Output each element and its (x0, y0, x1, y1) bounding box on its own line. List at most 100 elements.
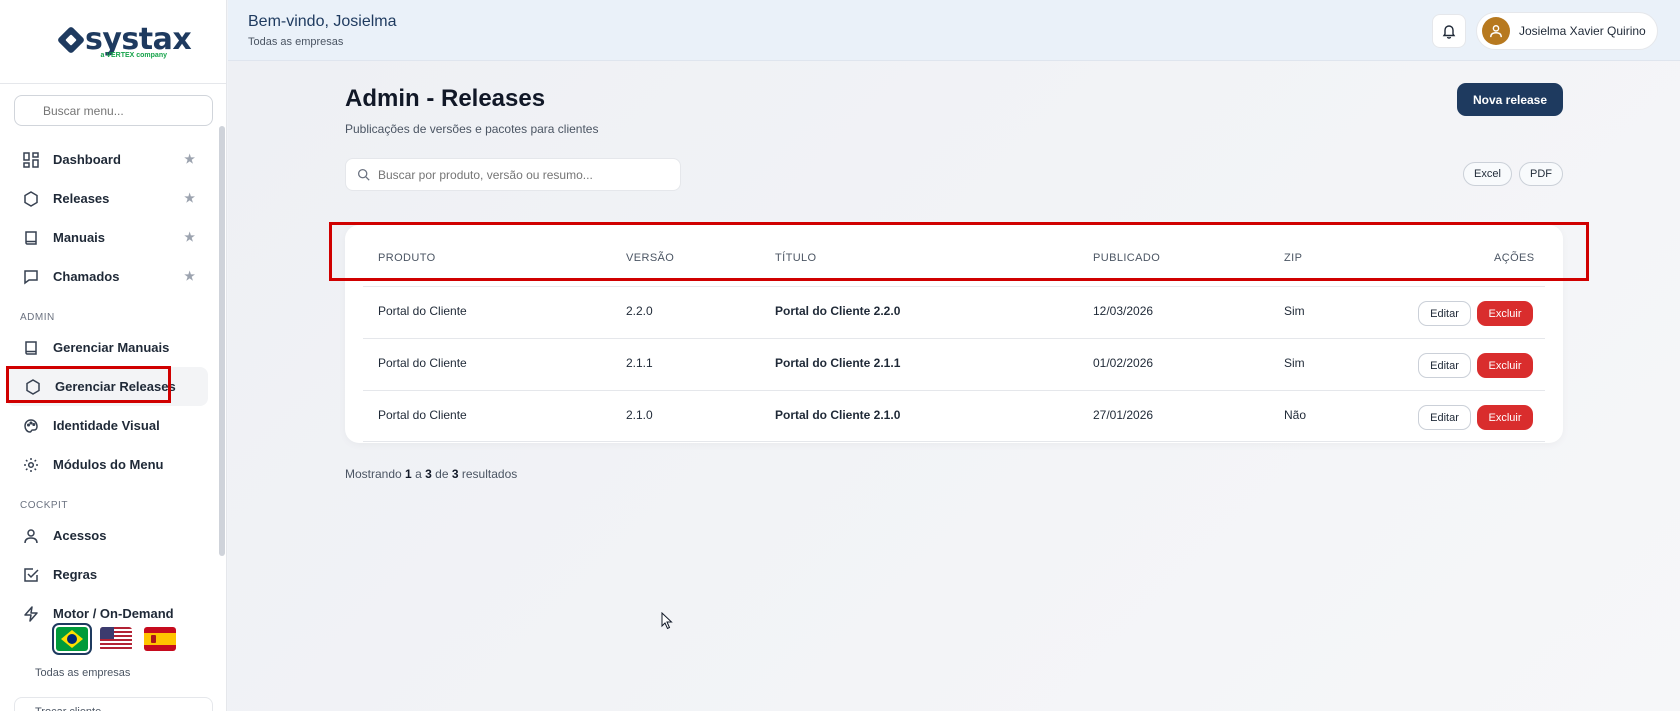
favorite-star-icon[interactable]: ★ (184, 230, 195, 244)
cell-produto: Portal do Cliente (378, 356, 467, 370)
sidebar-item-label: Manuais (53, 230, 106, 245)
palette-icon (22, 417, 40, 435)
sidebar-item-chamados[interactable]: Chamados ★ (0, 257, 218, 296)
cell-zip: Sim (1284, 304, 1305, 318)
table-row: Portal do Cliente 2.1.1 Portal do Client… (363, 338, 1545, 390)
cell-versao: 2.2.0 (626, 304, 653, 318)
dashboard-grid-icon (22, 151, 40, 169)
results-total: 3 (451, 467, 459, 481)
main-content: Admin - Releases Publicações de versões … (228, 61, 1680, 711)
top-header: Bem-vindo, Josielma Todas as empresas Jo… (228, 0, 1680, 61)
section-label-admin: ADMIN (20, 312, 55, 323)
user-icon (22, 527, 40, 545)
menu-search-input[interactable] (14, 95, 213, 126)
gear-icon (22, 456, 40, 474)
sidebar-item-label: Motor / On-Demand (53, 606, 174, 621)
results-to: 3 (425, 467, 432, 481)
user-icon (1490, 25, 1502, 38)
column-header-produto[interactable]: PRODUTO (378, 252, 436, 264)
sidebar-item-label: Gerenciar Releases (55, 379, 176, 394)
results-a: a (415, 467, 422, 481)
table-row: Portal do Cliente 2.1.0 Portal do Client… (363, 390, 1545, 442)
book-icon (22, 339, 40, 357)
cell-publicado: 27/01/2026 (1093, 408, 1154, 422)
results-prefix: Mostrando (345, 467, 402, 481)
sidebar-item-label: Identidade Visual (53, 418, 160, 433)
table-row: Portal do Cliente 2.2.0 Portal do Client… (363, 286, 1545, 338)
column-header-zip[interactable]: ZIP (1284, 252, 1302, 264)
sidebar-item-dashboard[interactable]: Dashboard ★ (0, 140, 218, 179)
sidebar-item-modulos-menu[interactable]: Módulos do Menu (0, 445, 218, 484)
cell-produto: Portal do Cliente (378, 304, 467, 318)
favorite-star-icon[interactable]: ★ (184, 191, 195, 205)
cell-versao: 2.1.0 (626, 408, 653, 422)
cell-titulo: Portal do Cliente 2.1.0 (775, 408, 901, 422)
favorite-star-icon[interactable]: ★ (184, 269, 195, 283)
notifications-button[interactable] (1432, 14, 1466, 48)
book-icon (22, 229, 40, 247)
systax-logo-icon (56, 25, 86, 54)
bell-icon (1442, 25, 1456, 39)
favorite-star-icon[interactable]: ★ (184, 152, 195, 166)
sidebar-item-acessos[interactable]: Acessos (0, 516, 218, 555)
logo[interactable]: systax a VERTEX company (0, 0, 226, 84)
cell-zip: Sim (1284, 356, 1305, 370)
sidebar-item-gerenciar-releases[interactable]: Gerenciar Releases (6, 367, 208, 406)
section-label-cockpit: COCKPIT (20, 500, 68, 511)
results-de: de (435, 467, 449, 481)
sidebar-item-label: Módulos do Menu (53, 457, 164, 472)
sidebar-item-label: Releases (53, 191, 110, 206)
sidebar-item-gerenciar-manuais[interactable]: Gerenciar Manuais (0, 328, 218, 367)
sidebar-company: Todas as empresas (35, 667, 131, 679)
cell-zip: Não (1284, 408, 1307, 422)
cell-titulo: Portal do Cliente 2.1.1 (775, 356, 901, 370)
cell-publicado: 12/03/2026 (1093, 304, 1154, 318)
page-title: Admin - Releases (345, 85, 546, 112)
user-menu[interactable]: Josielma Xavier Quirino (1476, 12, 1658, 50)
sidebar-item-label: Acessos (53, 528, 107, 543)
results-summary: Mostrando 1 a 3 de 3 resultados (345, 467, 517, 481)
sidebar-menu: Dashboard ★ Releases ★ Manuais ★ Chamado… (0, 140, 218, 633)
cell-publicado: 01/02/2026 (1093, 356, 1154, 370)
welcome-subtitle: Todas as empresas (248, 36, 344, 48)
edit-button[interactable]: Editar (1418, 353, 1471, 378)
chat-bubble-icon (22, 268, 40, 286)
hexagon-icon (24, 378, 42, 396)
search-input[interactable] (378, 159, 668, 190)
checkbox-icon (22, 566, 40, 584)
table-header: PRODUTO VERSÃO TÍTULO PUBLICADO ZIP AÇÕE… (363, 225, 1545, 286)
edit-button[interactable]: Editar (1418, 301, 1471, 326)
column-header-titulo[interactable]: TÍTULO (775, 252, 817, 264)
export-excel-button[interactable]: Excel (1463, 162, 1512, 186)
usa-flag-icon[interactable] (100, 627, 132, 651)
delete-button[interactable]: Excluir (1477, 405, 1533, 430)
sidebar-item-regras[interactable]: Regras (0, 555, 218, 594)
logo-subtitle: a VERTEX company (100, 51, 167, 59)
cell-titulo: Portal do Cliente 2.2.0 (775, 304, 901, 318)
column-header-versao[interactable]: VERSÃO (626, 252, 674, 264)
results-from: 1 (405, 467, 412, 481)
cell-versao: 2.1.1 (626, 356, 653, 370)
delete-button[interactable]: Excluir (1477, 301, 1533, 326)
export-pdf-button[interactable]: PDF (1519, 162, 1563, 186)
sidebar-item-identidade-visual[interactable]: Identidade Visual (0, 406, 218, 445)
mouse-cursor-icon (661, 612, 673, 630)
delete-button[interactable]: Excluir (1477, 353, 1533, 378)
column-header-acoes: AÇÕES (1494, 252, 1535, 264)
edit-button[interactable]: Editar (1418, 405, 1471, 430)
sidebar-item-releases[interactable]: Releases ★ (0, 179, 218, 218)
sidebar-item-manuais[interactable]: Manuais ★ (0, 218, 218, 257)
brazil-flag-icon[interactable] (52, 623, 92, 655)
search-icon (357, 168, 370, 181)
avatar (1482, 17, 1510, 45)
spain-flag-icon[interactable] (144, 627, 176, 651)
language-selector (52, 623, 176, 655)
search-box (345, 158, 681, 191)
releases-table: PRODUTO VERSÃO TÍTULO PUBLICADO ZIP AÇÕE… (345, 225, 1563, 443)
page-subtitle: Publicações de versões e pacotes para cl… (345, 122, 599, 136)
switch-client-button[interactable]: Trocar cliente (14, 697, 213, 711)
sidebar-scrollbar[interactable] (219, 126, 225, 556)
column-header-publicado[interactable]: PUBLICADO (1093, 252, 1160, 264)
new-release-button[interactable]: Nova release (1457, 83, 1563, 116)
user-name: Josielma Xavier Quirino (1519, 24, 1646, 38)
